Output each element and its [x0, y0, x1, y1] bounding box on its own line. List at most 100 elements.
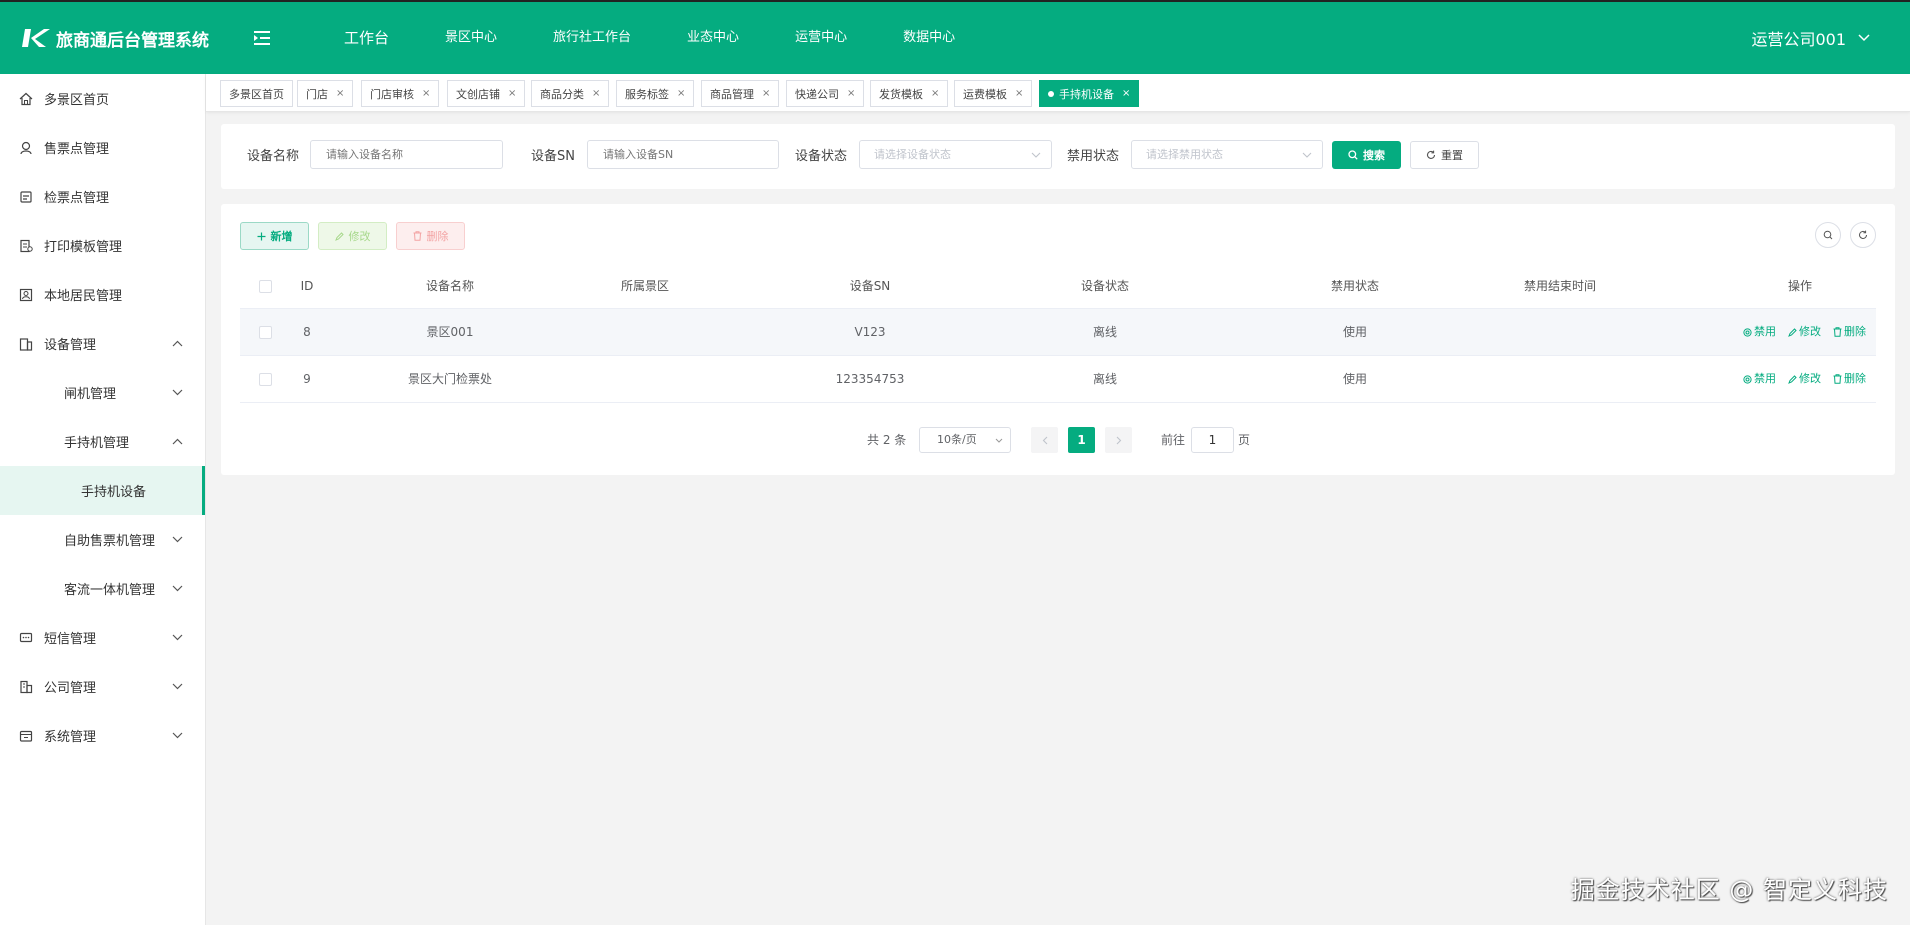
chevron-down-icon: [172, 389, 183, 396]
sidebar-item-label: 闸机管理: [64, 387, 117, 402]
sidebar-item-handheld-devices[interactable]: 手持机设备: [0, 466, 205, 515]
tab-product-management[interactable]: 商品管理 ×: [701, 80, 780, 107]
tab-service-tags[interactable]: 服务标签 ×: [616, 80, 695, 107]
chevron-down-icon: [995, 438, 1003, 443]
close-icon[interactable]: ×: [592, 88, 600, 99]
sidebar-item-ticket-sale-points[interactable]: 售票点管理: [0, 123, 205, 172]
disable-link[interactable]: 禁用: [1743, 356, 1776, 402]
tab-stores[interactable]: 门店 ×: [297, 80, 354, 107]
top-nav: 工作台 景区中心 旅行社工作台 业态中心 运营中心 数据中心: [316, 2, 983, 74]
trash-icon: [1833, 327, 1842, 337]
sidebar-item-multi-scenic-home[interactable]: 多景区首页: [0, 74, 205, 123]
sidebar-item-label: 检票点管理: [44, 191, 110, 206]
page-size-select[interactable]: 10条/页: [919, 427, 1011, 453]
tab-store-review[interactable]: 门店审核 ×: [361, 80, 440, 107]
disable-link[interactable]: 禁用: [1743, 309, 1776, 355]
chevron-up-icon: [172, 438, 183, 445]
close-icon[interactable]: ×: [336, 88, 344, 99]
refresh-button[interactable]: [1850, 222, 1876, 248]
cell-device-name: 景区大门检票处: [407, 372, 492, 386]
search-icon: [1823, 230, 1833, 240]
tab-multi-scenic-home[interactable]: 多景区首页: [220, 80, 293, 107]
close-icon[interactable]: ×: [677, 88, 685, 99]
sidebar-item-print-template[interactable]: 打印模板管理: [0, 221, 205, 270]
sidebar-item-label: 售票点管理: [44, 142, 110, 157]
goto-label: 前往: [1161, 433, 1186, 447]
sidebar-item-company-management[interactable]: 公司管理: [0, 662, 205, 711]
device-sn-input[interactable]: [587, 140, 779, 169]
topnav-scenic-center[interactable]: 景区中心: [417, 2, 525, 74]
disable-icon: [1743, 327, 1752, 337]
user-name: 运营公司001: [1751, 30, 1846, 49]
page-1-button[interactable]: 1: [1068, 427, 1095, 453]
sidebar-item-device-management[interactable]: 设备管理: [0, 319, 205, 368]
topnav-operation-center[interactable]: 运营中心: [767, 2, 875, 74]
row-checkbox[interactable]: [259, 373, 272, 386]
close-icon[interactable]: ×: [931, 88, 939, 99]
select-all-checkbox[interactable]: [259, 280, 272, 293]
sidebar-item-handheld-management[interactable]: 手持机管理: [0, 417, 205, 466]
edit-link[interactable]: 修改: [1788, 309, 1821, 355]
next-page-button[interactable]: [1105, 427, 1132, 453]
delete-button[interactable]: 删除: [396, 222, 465, 250]
disable-status-select[interactable]: 请选择禁用状态: [1131, 140, 1323, 169]
toggle-search-button[interactable]: [1815, 222, 1841, 248]
device-name-input[interactable]: [310, 140, 503, 169]
delete-link[interactable]: 删除: [1833, 356, 1866, 402]
topnav-data-center[interactable]: 数据中心: [875, 2, 983, 74]
edit-link[interactable]: 修改: [1788, 356, 1821, 402]
sidebar-item-ticket-check-points[interactable]: 检票点管理: [0, 172, 205, 221]
topnav-travel-agency[interactable]: 旅行社工作台: [525, 2, 659, 74]
tab-express-companies[interactable]: 快递公司 ×: [786, 80, 865, 107]
device-table-card: 新增 修改 删除 ID 设备名称 所属景区 设备SN 设备状态 禁用状态 禁用结…: [221, 204, 1895, 475]
table-header-row: ID 设备名称 所属景区 设备SN 设备状态 禁用状态 禁用结束时间 操作: [240, 264, 1876, 309]
sidebar-item-label: 设备管理: [44, 338, 97, 353]
topnav-business-center[interactable]: 业态中心: [659, 2, 767, 74]
close-icon[interactable]: ×: [1015, 88, 1023, 99]
search-button[interactable]: 搜索: [1332, 141, 1401, 169]
cell-device-sn: 123354753: [835, 372, 905, 386]
row-checkbox[interactable]: [259, 326, 272, 339]
close-icon[interactable]: ×: [422, 88, 430, 99]
close-icon[interactable]: ×: [847, 88, 855, 99]
column-header: 设备状态: [1080, 279, 1129, 293]
close-icon[interactable]: ×: [762, 88, 770, 99]
add-button[interactable]: 新增: [240, 222, 309, 250]
sidebar-item-local-residents[interactable]: 本地居民管理: [0, 270, 205, 319]
sidebar-item-self-service-ticket-machines[interactable]: 自助售票机管理: [0, 515, 205, 564]
edit-button[interactable]: 修改: [318, 222, 387, 250]
chevron-up-icon: [172, 340, 183, 347]
sms-icon: [19, 632, 33, 642]
sidebar: 多景区首页 售票点管理 检票点管理 打印模板管理 本地居民管理 设备管理 闸机管…: [0, 74, 206, 925]
close-icon[interactable]: ×: [1122, 88, 1130, 99]
user-menu[interactable]: 运营公司001: [1751, 2, 1870, 74]
sidebar-item-label: 自助售票机管理: [64, 534, 156, 549]
disable-status-label: 禁用状态: [1067, 149, 1120, 164]
prev-page-button[interactable]: [1031, 427, 1058, 453]
table-row[interactable]: 8 景区001 V123 离线 使用 禁用 修改 删除: [240, 309, 1876, 356]
tab-freight-templates[interactable]: 运费模板 ×: [954, 80, 1033, 107]
sidebar-item-gate-management[interactable]: 闸机管理: [0, 368, 205, 417]
sidebar-item-sms-management[interactable]: 短信管理: [0, 613, 205, 662]
tab-shipping-templates[interactable]: 发货模板 ×: [870, 80, 949, 107]
table-row[interactable]: 9 景区大门检票处 123354753 离线 使用 禁用 修改 删除: [240, 356, 1876, 403]
sidebar-item-label: 系统管理: [44, 730, 97, 745]
resident-icon: [19, 288, 33, 301]
ticket-check-icon: [20, 190, 32, 203]
device-status-select[interactable]: 请选择设备状态: [859, 140, 1052, 169]
sidebar-item-passenger-flow-machines[interactable]: 客流一体机管理: [0, 564, 205, 613]
sidebar-item-system-management[interactable]: 系统管理: [0, 711, 205, 760]
row-actions: 禁用 修改 删除: [1731, 309, 1866, 355]
tab-product-categories[interactable]: 商品分类 ×: [531, 80, 610, 107]
delete-link[interactable]: 删除: [1833, 309, 1866, 355]
close-icon[interactable]: ×: [508, 88, 516, 99]
app-logo[interactable]: 旅商通后台管理系统: [22, 26, 252, 51]
tab-cultural-stores[interactable]: 文创店铺 ×: [447, 80, 526, 107]
refresh-icon: [1427, 150, 1436, 159]
reset-button[interactable]: 重置: [1410, 141, 1479, 169]
goto-page-input[interactable]: [1191, 427, 1234, 453]
tab-handheld-devices[interactable]: 手持机设备 ×: [1039, 80, 1140, 107]
chevron-down-icon: [172, 585, 183, 592]
menu-fold-icon[interactable]: [252, 28, 276, 48]
topnav-workbench[interactable]: 工作台: [316, 2, 417, 74]
